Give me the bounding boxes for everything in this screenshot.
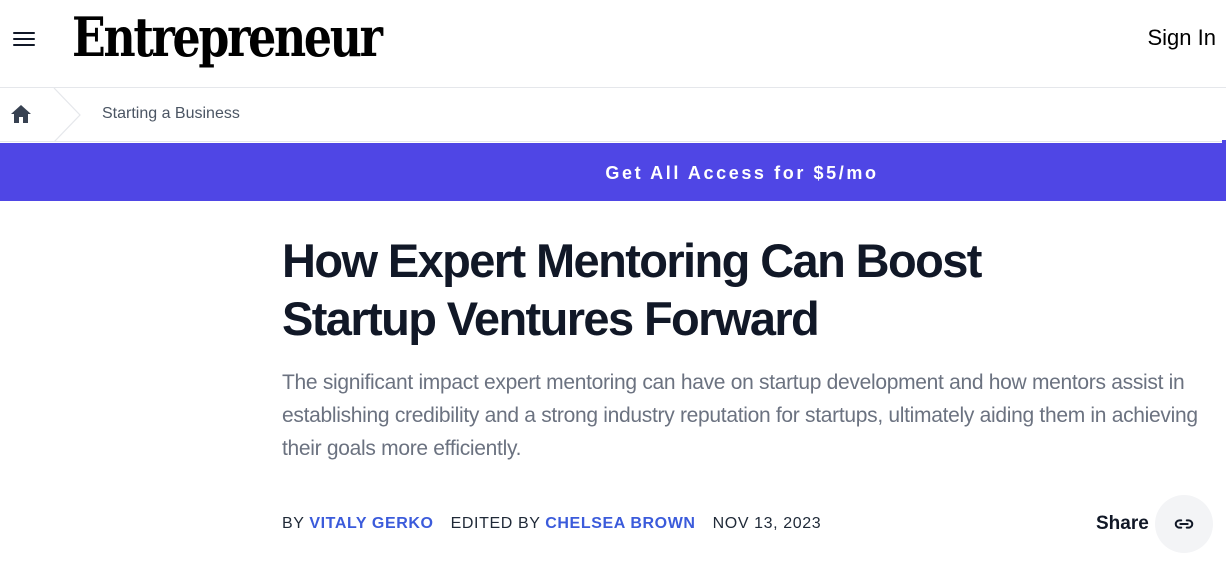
article-title: How Expert Mentoring Can Boost Startup V… [282,234,982,345]
scrollbar[interactable] [1222,0,1226,568]
byline-by-label: BY [282,515,305,532]
breadcrumb-separator-icon [52,87,84,143]
share-label[interactable]: Share [1096,513,1149,535]
byline-edited-label: EDITED BY [450,515,541,532]
publish-date: NOV 13, 2023 [712,515,822,532]
editor-link[interactable]: CHELSEA BROWN [545,515,695,532]
site-logo[interactable]: Entrepreneur [72,2,383,72]
link-icon [1174,519,1194,529]
sign-in-button[interactable]: Sign In [1148,25,1217,51]
promo-banner-label[interactable]: Get All Access for $5/mo [605,163,878,183]
article-dek: The significant impact expert mentoring … [282,371,1198,460]
breadcrumb-item-starting-a-business[interactable]: Starting a Business [102,104,240,124]
share-link-button[interactable] [1155,495,1213,553]
author-link[interactable]: VITALY GERKO [309,515,433,532]
hamburger-menu-icon[interactable] [12,29,36,49]
site-header: Entrepreneur Sign In [0,0,1226,88]
home-icon[interactable] [10,104,32,124]
article-byline: BY VITALY GERKO EDITED BY CHELSEA BROWN … [282,514,821,534]
promo-banner[interactable]: Get All Access for $5/mo [0,143,1226,201]
scrollbar-thumb[interactable] [1222,140,1226,190]
